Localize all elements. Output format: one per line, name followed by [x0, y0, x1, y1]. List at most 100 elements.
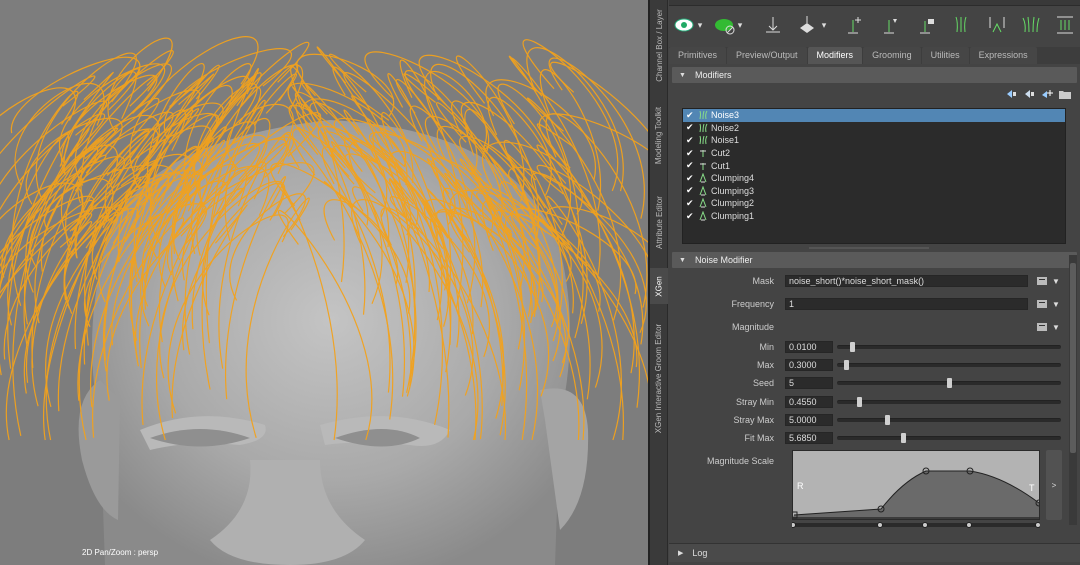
tab-expressions[interactable]: Expressions	[969, 47, 1037, 64]
mask-expression-field[interactable]: noise_short()*noise_short_mask()	[785, 275, 1028, 287]
vtab-xgen[interactable]: XGen	[650, 268, 668, 304]
expand-triangle-icon: ▶	[678, 550, 684, 557]
param-slider[interactable]	[837, 433, 1061, 443]
modifier-list[interactable]: ✔ Noise3 ✔ Noise2 ✔ Noise1 ✔ Cut2 ✔ Cut1 ✔ Clumping…	[682, 108, 1066, 244]
frequency-expression-menu[interactable]: ▼	[1037, 298, 1065, 310]
ramp-expand-button[interactable]: >	[1046, 450, 1062, 520]
modifier-row[interactable]: ✔ Clumping4	[683, 172, 1065, 185]
move-down-modifier-button[interactable]	[1022, 88, 1036, 100]
viewport[interactable]: 2D Pan/Zoom : persp	[0, 0, 648, 565]
mask-expression-menu[interactable]: ▼	[1037, 275, 1065, 287]
vtab-xgen-interactive-groom[interactable]: XGen Interactive Groom Editor	[650, 308, 668, 448]
guide-to-curves-button[interactable]	[985, 13, 1009, 37]
param-slider[interactable]	[837, 414, 1061, 425]
scrollbar-thumb[interactable]	[1070, 263, 1076, 453]
slider-handle[interactable]	[850, 342, 856, 352]
enable-checkbox[interactable]: ✔	[686, 122, 696, 133]
param-label: Stray Max	[733, 414, 774, 425]
add-modifier-button[interactable]	[1040, 88, 1054, 100]
add-guide-button[interactable]	[761, 13, 785, 37]
modifier-row[interactable]: ✔ Noise2	[683, 122, 1065, 135]
sculpt-dropdown[interactable]: ▾	[819, 13, 829, 37]
noise-icon	[698, 135, 708, 145]
chevron-down-icon: ▾	[737, 19, 743, 30]
guide-bound-button[interactable]	[1053, 13, 1077, 37]
select-guides-button[interactable]	[877, 13, 901, 37]
tab-primitives[interactable]: Primitives	[669, 47, 727, 64]
sculpt-guides-button[interactable]	[795, 13, 819, 37]
guide-density-button[interactable]	[1019, 13, 1043, 37]
magnitude-expression-menu[interactable]: ▼	[1037, 321, 1065, 333]
folder-icon	[1059, 90, 1071, 99]
modifier-row[interactable]: ✔ Clumping3	[683, 185, 1065, 198]
modifier-name: Noise2	[711, 122, 740, 133]
guide-shape-icon	[955, 16, 967, 33]
ramp-key-strip[interactable]	[790, 522, 1041, 528]
preview-eye-button[interactable]	[673, 13, 697, 37]
enable-checkbox[interactable]: ✔	[686, 135, 696, 146]
frequency-field[interactable]: 1	[785, 298, 1028, 310]
slider-handle[interactable]	[885, 414, 891, 425]
preview-dropdown[interactable]: ▾	[695, 13, 705, 37]
open-folder-button[interactable]	[1058, 88, 1072, 100]
move-down-icon	[1025, 90, 1034, 98]
param-value-field[interactable]: 5.0000	[785, 413, 833, 426]
param-label: Seed	[752, 378, 774, 389]
noise-icon	[698, 123, 708, 133]
log-section-header[interactable]: ▶ Log	[669, 543, 1080, 562]
param-value-field[interactable]: 0.4550	[785, 395, 833, 408]
move-up-modifier-button[interactable]	[1004, 88, 1018, 100]
vtab-modeling-toolkit[interactable]: Modeling Toolkit	[650, 95, 668, 175]
magnitude-scale-ramp[interactable]: R T	[790, 450, 1043, 520]
ramp-curve: R T	[790, 451, 1043, 519]
modifiers-section-header[interactable]: ▼ Modifiers	[672, 67, 1077, 83]
param-value-field[interactable]: 0.0100	[785, 341, 833, 353]
vtab-attribute-editor[interactable]: Attribute Editor	[650, 180, 668, 265]
tab-grooming[interactable]: Grooming	[863, 47, 921, 64]
noise-modifier-section-header[interactable]: ▼ Noise Modifier	[672, 252, 1077, 268]
tab-utilities[interactable]: Utilities	[921, 47, 969, 64]
param-value-field[interactable]: 0.3000	[785, 359, 833, 372]
add-or-move-guides-button[interactable]	[841, 13, 865, 37]
expression-editor-icon	[1037, 277, 1047, 285]
enable-checkbox[interactable]: ✔	[686, 160, 696, 171]
slider-handle[interactable]	[900, 433, 906, 443]
lock-guides-button[interactable]	[913, 13, 937, 37]
param-slider[interactable]	[837, 342, 1061, 352]
enable-checkbox[interactable]: ✔	[686, 185, 696, 196]
chevron-down-icon: ▼	[1052, 276, 1060, 286]
enable-checkbox[interactable]: ✔	[686, 110, 696, 121]
cut-icon	[698, 148, 708, 158]
param-value-field[interactable]: 5.6850	[785, 432, 833, 444]
guide-shape-button[interactable]	[949, 13, 973, 37]
slider-handle[interactable]	[946, 378, 952, 389]
param-value-field[interactable]: 5	[785, 377, 833, 390]
clumping-icon	[698, 172, 708, 183]
vtab-channel-box[interactable]: Channel Box / Layer	[650, 0, 668, 90]
left-ear	[78, 380, 120, 520]
modifier-row[interactable]: ✔ Clumping1	[683, 210, 1065, 223]
modifier-row[interactable]: ✔ Clumping2	[683, 197, 1065, 210]
modifier-row[interactable]: ✔ Noise3	[683, 109, 1065, 122]
clear-preview-button[interactable]	[713, 13, 737, 37]
move-up-icon	[1007, 90, 1016, 98]
modifier-name: Cut2	[711, 148, 731, 159]
enable-checkbox[interactable]: ✔	[686, 211, 696, 222]
enable-checkbox[interactable]: ✔	[686, 173, 696, 184]
slider-handle[interactable]	[843, 360, 849, 371]
tab-preview-output[interactable]: Preview/Output	[727, 47, 807, 64]
modifier-row[interactable]: ✔ Cut1	[683, 159, 1065, 172]
vertical-tab-strip: Channel Box / Layer Modeling Toolkit Att…	[650, 0, 668, 565]
param-slider[interactable]	[837, 360, 1061, 371]
clear-dropdown[interactable]: ▾	[735, 13, 745, 37]
enable-checkbox[interactable]: ✔	[686, 198, 696, 209]
modifier-row[interactable]: ✔ Cut2	[683, 147, 1065, 160]
vertical-scrollbar[interactable]	[1069, 255, 1077, 525]
slider-handle[interactable]	[856, 396, 862, 407]
resize-handle[interactable]	[809, 247, 929, 249]
modifier-row[interactable]: ✔ Noise1	[683, 134, 1065, 147]
enable-checkbox[interactable]: ✔	[686, 148, 696, 159]
param-slider[interactable]	[837, 396, 1061, 407]
param-slider[interactable]	[837, 378, 1061, 389]
tab-modifiers[interactable]: Modifiers	[807, 47, 863, 64]
